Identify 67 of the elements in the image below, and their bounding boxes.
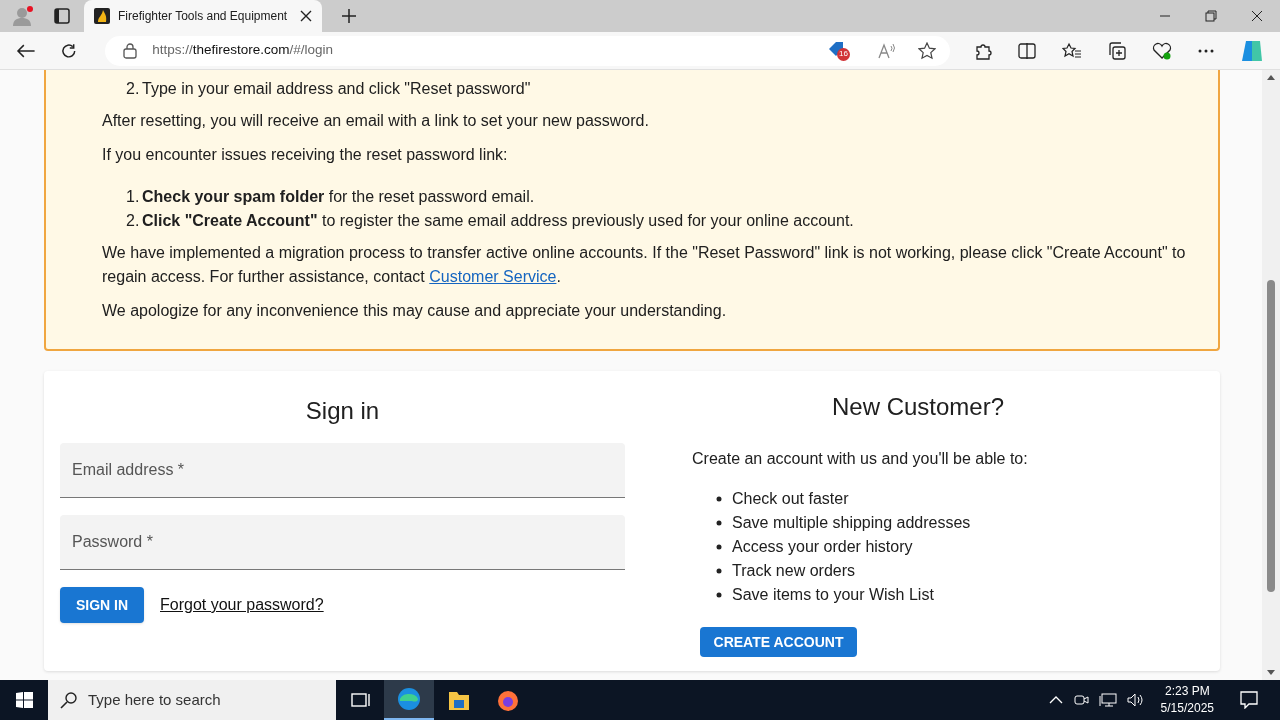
input-field[interactable]: Email address *	[60, 443, 625, 498]
sign-in-button[interactable]: SIGN IN	[60, 587, 144, 623]
paragraph: If you encounter issues receiving the reset password link:	[102, 145, 509, 165]
edge-taskbar-button[interactable]	[384, 680, 434, 720]
list-item: Check out faster	[732, 489, 849, 509]
input-field[interactable]: Password *	[60, 515, 625, 570]
tab-title: Firefighter Tools and Equipment	[118, 8, 289, 25]
lock-icon	[123, 42, 138, 59]
list-item: Access your order history	[732, 537, 913, 557]
volume-icon[interactable]	[1126, 692, 1145, 708]
list-item: Type in your email address and click "Reset password"	[142, 79, 531, 99]
scroll-down-icon	[1267, 670, 1275, 676]
list-item: Check your spam folder for the reset password email.	[142, 187, 535, 207]
bullet-icon	[716, 544, 722, 550]
extensions-icon[interactable]	[974, 41, 992, 60]
clock-date: 5/15/2025	[1160, 700, 1214, 717]
forgot-password-link[interactable]: Forgot your password?	[160, 593, 324, 617]
clock[interactable]: 2:23 PM 5/15/2025	[1154, 683, 1220, 717]
bullet-icon	[716, 568, 722, 574]
copilot-icon[interactable]	[1240, 39, 1264, 62]
shopping-icon[interactable]: 16	[828, 40, 850, 61]
bullet-icon	[716, 520, 722, 526]
scroll-thumb[interactable]	[1267, 280, 1275, 592]
new-tab-icon[interactable]	[342, 9, 356, 23]
new-customer-title: New Customer?	[830, 392, 1006, 422]
browser-icon	[397, 687, 421, 711]
list-item: Save items to your Wish List	[732, 585, 934, 605]
list-number: 1.	[126, 187, 141, 207]
refresh-icon[interactable]	[59, 41, 78, 60]
list-item: Track new orders	[732, 561, 855, 581]
star-icon[interactable]	[918, 41, 936, 60]
read-aloud-icon[interactable]	[878, 42, 896, 59]
sign-in-title: Sign in	[304, 396, 381, 423]
flame-icon	[94, 8, 110, 24]
scroll-up-icon	[1267, 74, 1275, 80]
profile-icon	[12, 5, 34, 27]
create-account-button[interactable]: CREATE ACCOUNT	[700, 627, 857, 657]
list-number: 2.	[126, 211, 141, 231]
tab-actions-icon[interactable]	[54, 8, 70, 24]
network-icon[interactable]	[1098, 692, 1117, 708]
more-icon[interactable]	[1198, 48, 1214, 53]
search-icon	[60, 691, 78, 709]
heart-pulse-icon[interactable]	[1152, 41, 1172, 60]
paragraph: After resetting, you will receive an email with a link to set your new password.	[102, 111, 650, 131]
meeting-icon[interactable]	[1072, 692, 1089, 708]
paragraph: We have implemented a migration process to transfer active online accounts. If the "Reset Password" link is not working, please click "Create Account" to regain access. For further assistance, contact Customer Service.	[102, 243, 1187, 287]
list-item: Click "Create Account" to register the same email address previously used for your online account.	[142, 211, 854, 231]
scrollbar[interactable]	[1262, 70, 1280, 680]
chevron-up-icon[interactable]	[1048, 696, 1063, 704]
bullet-icon	[716, 592, 722, 598]
paragraph: We apologize for any inconvenience this may cause and appreciate your understanding.	[102, 301, 728, 321]
back-icon[interactable]	[16, 42, 36, 59]
list-number: 2.	[126, 79, 141, 99]
browser-tab[interactable]: Firefighter Tools and Equipment	[84, 0, 322, 32]
close-icon[interactable]	[300, 10, 312, 22]
url-text: https://thefirestore.com/#/login	[152, 41, 334, 60]
bullet-icon	[716, 496, 722, 502]
clock-time: 2:23 PM	[1164, 683, 1210, 700]
split-screen-icon[interactable]	[1018, 41, 1036, 60]
customer-service-link[interactable]: Customer Service	[429, 268, 557, 285]
search-placeholder: Type here to search	[88, 689, 221, 710]
address-bar[interactable]: https://thefirestore.com/#/login 16	[105, 35, 950, 66]
favorites-icon[interactable]	[1062, 41, 1082, 60]
list-item: Save multiple shipping addresses	[732, 513, 971, 533]
search-field[interactable]: Type here to search	[48, 680, 336, 720]
intro-text: Create an account with us and you'll be able to:	[692, 449, 1029, 469]
collections-icon[interactable]	[1108, 41, 1126, 60]
